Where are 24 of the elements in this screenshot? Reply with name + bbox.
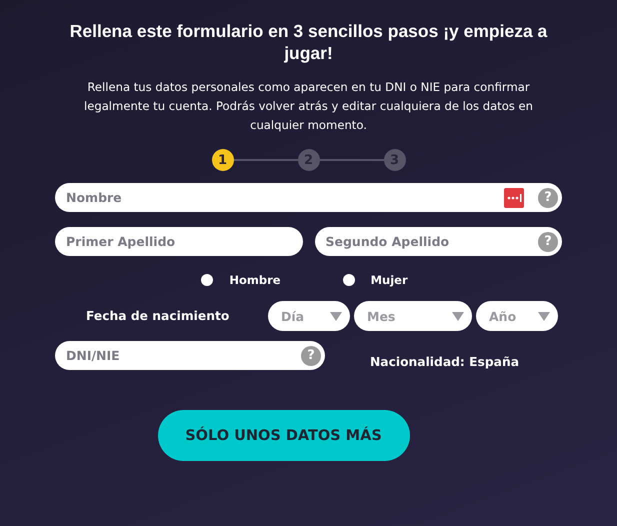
date-select[interactable]: Mes [354, 301, 472, 331]
autofill-icon[interactable] [504, 188, 524, 208]
id-field[interactable]: DNI/NIE ? [55, 341, 325, 370]
radio-button[interactable] [342, 274, 355, 286]
radio-button[interactable] [201, 274, 214, 286]
caret-icon [330, 312, 342, 320]
intro-text: Rellena tus datos personales como aparecen en tu DNI o NIE para confirmar legalmente tu cuenta. Podrás volver atrás y editar cualquiera de los datos en cualquier momento. [82, 79, 534, 134]
radio-label: Hombre [229, 273, 281, 287]
radio-label: Mujer [370, 273, 408, 287]
date-select[interactable]: Año [476, 301, 558, 331]
surname-field[interactable]: Primer Apellido [55, 227, 302, 256]
birth-date-label: Fecha de nacimiento [85, 309, 230, 323]
help-icon[interactable]: ? [538, 232, 558, 252]
step-indicator: 1 [212, 149, 234, 171]
help-icon[interactable]: ? [301, 346, 321, 366]
date-select[interactable]: Día [268, 301, 350, 331]
nationality-text: Nacionalidad: España [370, 354, 519, 368]
submit-button[interactable]: SÓLO UNOS DATOS MÁS [158, 410, 410, 461]
caret-icon [538, 312, 550, 320]
help-icon[interactable]: ? [538, 188, 558, 208]
name-field[interactable]: Nombre ? [55, 183, 562, 212]
form-title: Rellena este formulario en 3 sencillos pasos ¡y empieza a jugar! [68, 20, 548, 64]
surname-field[interactable]: Segundo Apellido ? [314, 227, 562, 256]
caret-icon [452, 312, 464, 320]
